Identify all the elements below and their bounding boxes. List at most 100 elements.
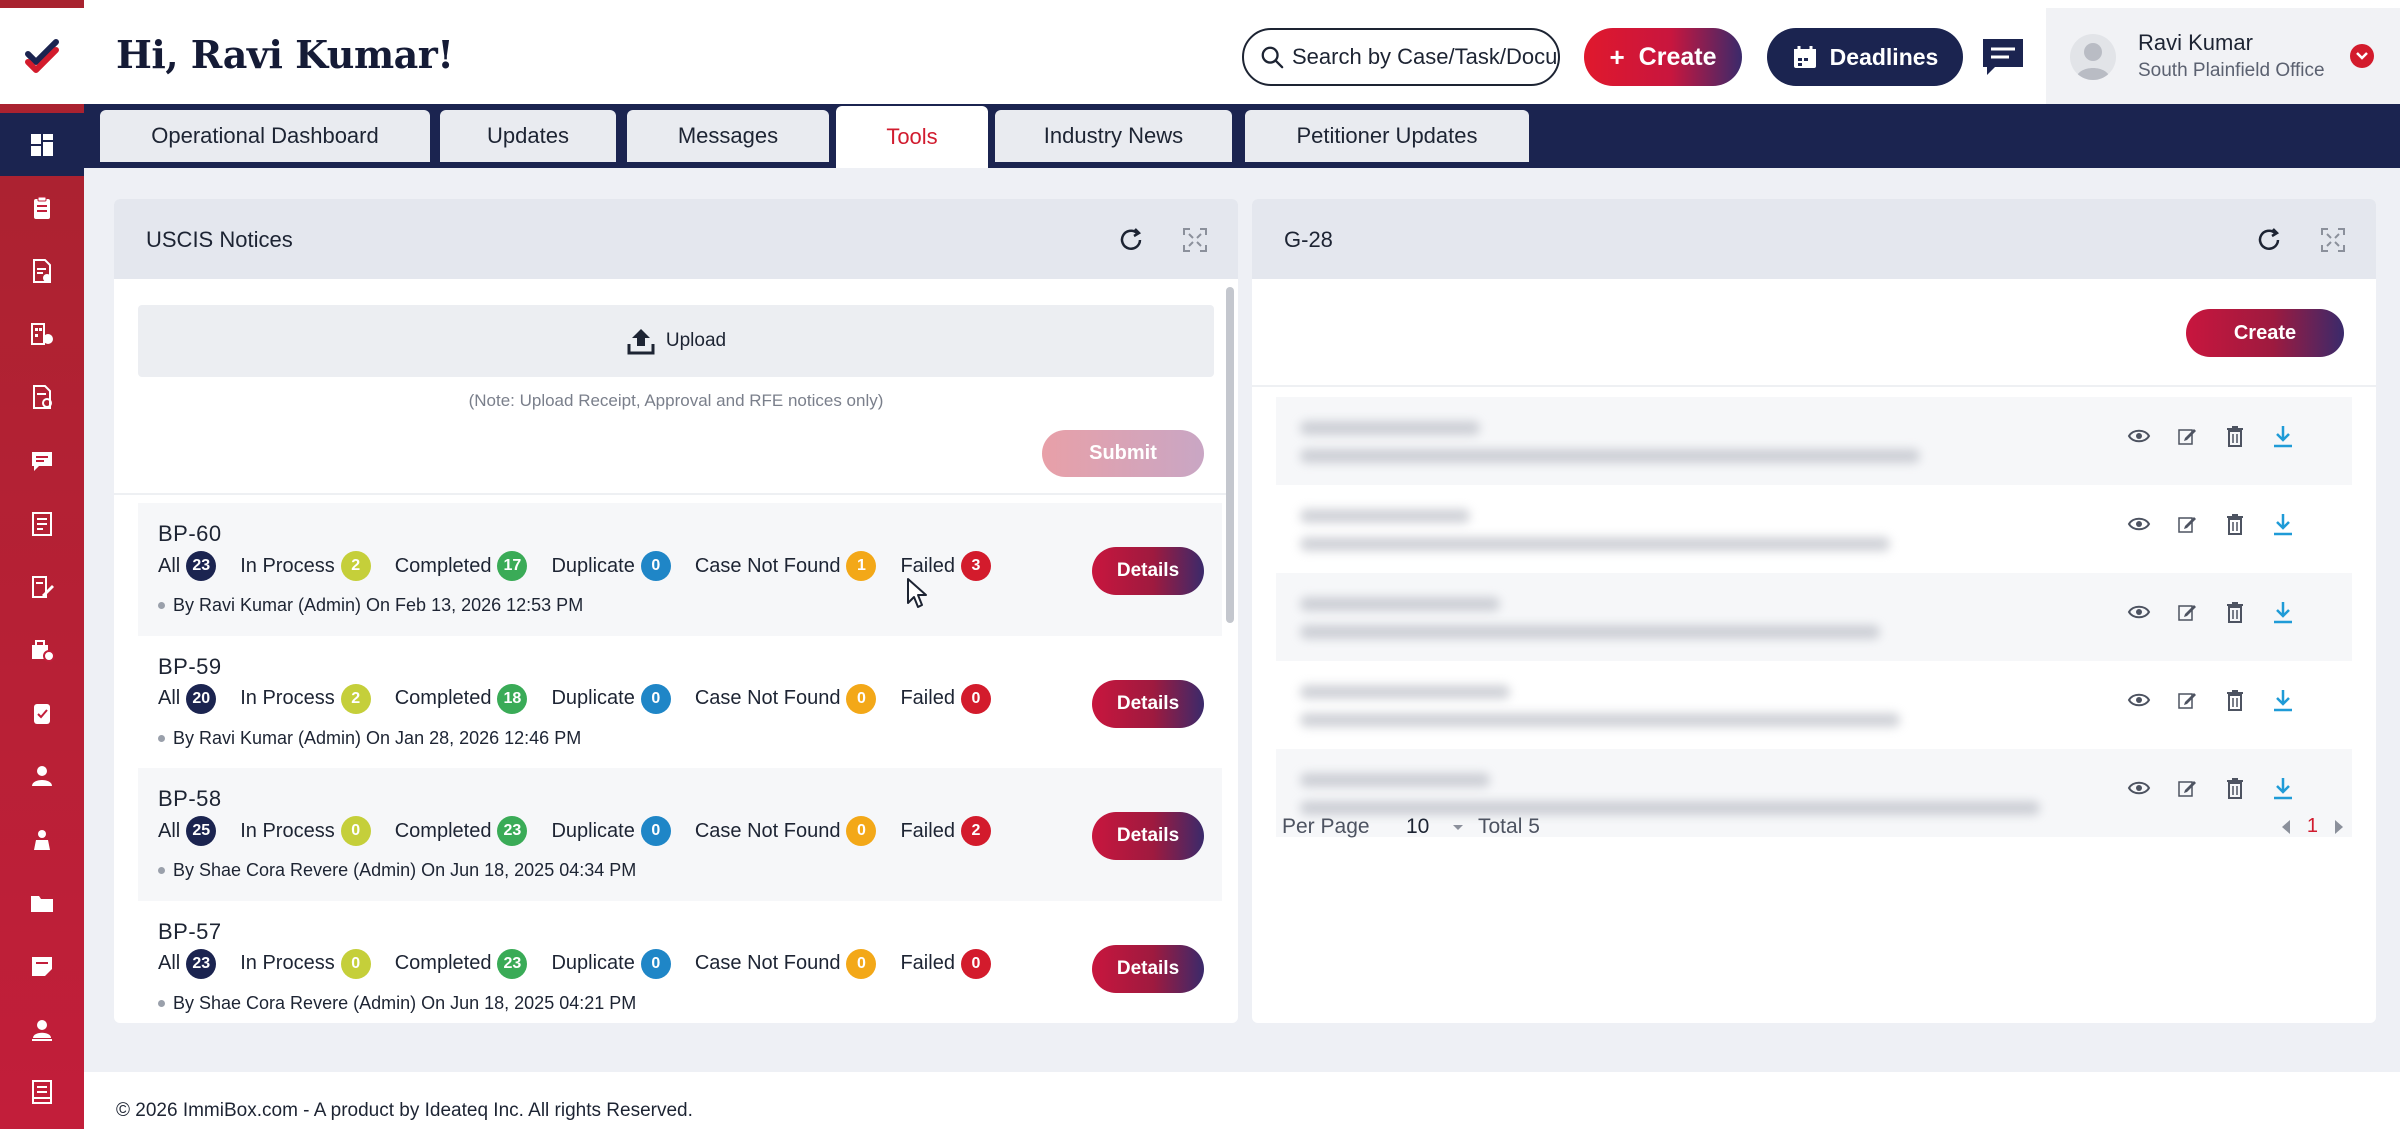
search-box[interactable] [1242,28,1560,86]
upload-button[interactable]: Upload [138,305,1214,377]
sidebar-item-document-check[interactable] [0,239,84,302]
eye-icon[interactable] [2126,687,2152,713]
submit-button[interactable]: Submit [1042,430,1204,477]
stat-all-badge: 25 [186,816,217,846]
trash-icon[interactable] [2222,511,2248,537]
download-icon[interactable] [2270,775,2296,801]
stat-in-process-label: In Process [240,952,335,974]
batch-name: BP-60 [158,521,222,546]
stat-in-process-badge: 0 [340,948,371,979]
download-icon[interactable] [2270,599,2296,625]
sidebar-item-edit-document[interactable] [0,555,84,618]
tab-operational-dashboard[interactable]: Operational Dashboard [100,110,430,162]
sidebar-item-note[interactable] [0,934,84,997]
eye-icon[interactable] [2126,511,2152,537]
eye-icon[interactable] [2126,599,2152,625]
sidebar-item-contact[interactable] [0,998,84,1061]
sidebar-item-briefcase[interactable] [0,619,84,682]
details-button[interactable]: Details [1092,679,1204,728]
blurred-text [1300,625,1880,639]
clipboard-icon [34,196,50,219]
sidebar-item-document-settings[interactable] [0,366,84,429]
download-icon[interactable] [2270,687,2296,713]
stat-all: All 20 [158,683,217,714]
blurred-text [1300,509,1470,523]
messages-button[interactable] [1980,34,2026,80]
sidebar-item-building[interactable] [0,303,84,366]
footer-copyright: © 2026 ImmiBox.com - A product by Ideate… [116,1100,693,1121]
sidebar-item-clipboard[interactable] [0,176,84,239]
sidebar-item-ledger[interactable] [0,492,84,555]
stat-case-not-found-badge: 0 [846,948,877,979]
expand-icon[interactable] [1178,223,1212,257]
stat-duplicate-label: Duplicate [551,687,635,709]
upload-note: (Note: Upload Receipt, Approval and RFE … [468,391,884,410]
list-item[interactable] [1276,397,2352,485]
dashboard-icon [31,133,53,156]
per-page-select[interactable]: 10 [1406,815,1465,839]
stat-all: All 23 [158,948,217,979]
tab-messages[interactable]: Messages [627,110,829,162]
user-icon [32,766,52,787]
edit-icon[interactable] [2174,423,2200,449]
logo[interactable] [0,8,84,104]
tab-industry-news[interactable]: Industry News [995,110,1232,162]
eye-icon[interactable] [2126,775,2152,801]
chevron-left-icon[interactable] [2279,818,2293,836]
stat-failed-label: Failed [900,952,955,974]
stat-case-not-found-badge: 0 [846,816,877,846]
trash-icon[interactable] [2222,775,2248,801]
sidebar-item-clipboard-list[interactable] [0,682,84,745]
details-button[interactable]: Details [1092,812,1204,860]
stat-case-not-found: Case Not Found 0 [695,816,877,846]
list-item[interactable] [1276,661,2352,749]
tab-tools[interactable]: Tools [836,106,988,168]
sidebar-item-report[interactable] [0,1061,84,1124]
stat-case-not-found-badge: 1 [846,551,877,581]
sidebar-item-team[interactable] [0,808,84,871]
g28-create-button[interactable]: Create [2186,309,2344,357]
tab-petitioner-updates[interactable]: Petitioner Updates [1245,110,1529,162]
refresh-icon[interactable] [2252,223,2286,257]
row-actions [2126,775,2296,801]
stat-duplicate-label: Duplicate [551,819,635,842]
deadlines-button[interactable]: Deadlines [1767,28,1963,86]
batch-name: BP-58 [158,786,222,811]
tab-updates[interactable]: Updates [440,110,616,162]
trash-icon[interactable] [2222,599,2248,625]
chevron-down-icon[interactable] [2350,44,2374,68]
stat-failed: Failed 2 [900,816,991,846]
page-nav: 1 [2279,815,2346,838]
stat-in-process: In Process 0 [240,948,371,979]
stat-case-not-found-badge: 0 [846,683,877,714]
eye-icon[interactable] [2126,423,2152,449]
details-button[interactable]: Details [1092,547,1204,595]
current-page[interactable]: 1 [2307,815,2318,838]
create-button[interactable]: + Create [1584,28,1742,86]
document-settings-icon [33,385,52,410]
trash-icon[interactable] [2222,687,2248,713]
edit-icon[interactable] [2174,511,2200,537]
download-icon[interactable] [2270,423,2296,449]
batch-stats: All 25 In Process 0 Completed 23 Duplicate 0… [158,816,991,846]
user-menu[interactable]: Ravi Kumar South Plainfield Office [2046,8,2400,104]
sidebar-item-chat[interactable] [0,429,84,492]
page-greeting: Hi, Ravi Kumar! [116,32,454,77]
refresh-icon[interactable] [1114,223,1148,257]
expand-icon[interactable] [2316,223,2350,257]
scrollbar-thumb[interactable] [1226,287,1234,623]
trash-icon[interactable] [2222,423,2248,449]
sidebar-item-dashboard[interactable] [0,113,84,177]
sidebar-item-user[interactable] [0,745,84,808]
bullet-dot [158,734,165,742]
download-icon[interactable] [2270,511,2296,537]
chevron-right-icon[interactable] [2332,818,2346,836]
search-input[interactable] [1292,44,1558,70]
sidebar-item-folder[interactable] [0,871,84,934]
edit-icon[interactable] [2174,775,2200,801]
list-item[interactable] [1276,485,2352,573]
list-item[interactable] [1276,573,2352,661]
edit-icon[interactable] [2174,599,2200,625]
edit-icon[interactable] [2174,687,2200,713]
details-button[interactable]: Details [1092,944,1204,993]
